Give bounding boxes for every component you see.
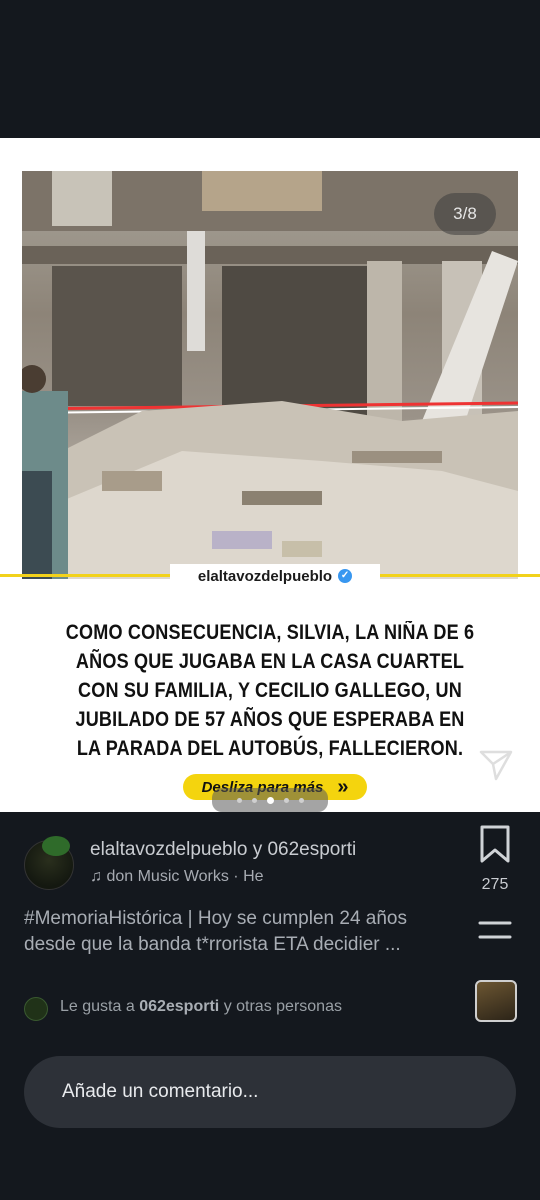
audio-thumbnail[interactable] bbox=[475, 980, 517, 1022]
music-track-text: don Music Works · He bbox=[106, 868, 264, 885]
likes-user[interactable]: 062esporti bbox=[139, 998, 219, 1015]
comment-bar[interactable] bbox=[24, 1056, 516, 1128]
likes-row[interactable]: Le gusta a 062esporti y otras personas bbox=[24, 994, 464, 1022]
more-options-icon[interactable] bbox=[478, 920, 512, 940]
brand-watermark: elaltavozdelpueblo ✓ bbox=[170, 564, 380, 588]
author-usernames: elaltavozdelpueblo y 062esporti bbox=[90, 839, 356, 861]
comment-input[interactable] bbox=[60, 1080, 484, 1104]
author-connector: y bbox=[252, 839, 263, 860]
carousel-dots[interactable] bbox=[212, 788, 328, 812]
carousel-dot[interactable] bbox=[266, 796, 274, 804]
post-carousel[interactable]: 3/8 elaltavozdelpueblo ✓ COMO CONSECUENC… bbox=[0, 138, 540, 812]
post-author-row[interactable]: elaltavozdelpueblo y 062esporti ♫ don Mu… bbox=[24, 836, 464, 896]
carousel-dot[interactable] bbox=[283, 797, 289, 803]
likes-prefix: Le gusta a bbox=[60, 998, 135, 1015]
coauthor-avatar[interactable] bbox=[42, 836, 70, 856]
verified-badge-icon: ✓ bbox=[338, 569, 353, 583]
carousel-dot[interactable] bbox=[236, 797, 242, 803]
status-bar-area bbox=[0, 0, 540, 138]
likes-suffix: y otras personas bbox=[223, 998, 342, 1015]
likes-text[interactable]: Le gusta a 062esporti y otras personas bbox=[60, 998, 342, 1016]
carousel-dot[interactable] bbox=[251, 797, 257, 803]
music-info[interactable]: ♫ don Music Works · He bbox=[90, 868, 264, 886]
bookmark-icon[interactable] bbox=[478, 824, 512, 864]
save-count: 275 bbox=[481, 876, 509, 893]
music-note-icon: ♫ bbox=[90, 868, 102, 885]
brand-handle: elaltavozdelpueblo bbox=[197, 567, 333, 585]
carousel-dot[interactable] bbox=[298, 797, 304, 803]
author-username[interactable]: elaltavozdelpueblo bbox=[90, 839, 247, 860]
post-photo: 3/8 bbox=[22, 171, 518, 579]
post-headline: COMO CONSECUENCIA, SILVIA, LA NIÑA DE 6 … bbox=[65, 621, 475, 760]
coauthor-username[interactable]: 062esporti bbox=[267, 839, 356, 860]
slide-counter: 3/8 bbox=[434, 193, 496, 235]
post-caption[interactable]: #MemoriaHistórica | Hoy se cumplen 24 añ… bbox=[24, 906, 444, 958]
liker-avatar bbox=[24, 997, 48, 1021]
share-icon[interactable] bbox=[478, 746, 514, 782]
double-chevron-right-icon: » bbox=[337, 775, 349, 798]
